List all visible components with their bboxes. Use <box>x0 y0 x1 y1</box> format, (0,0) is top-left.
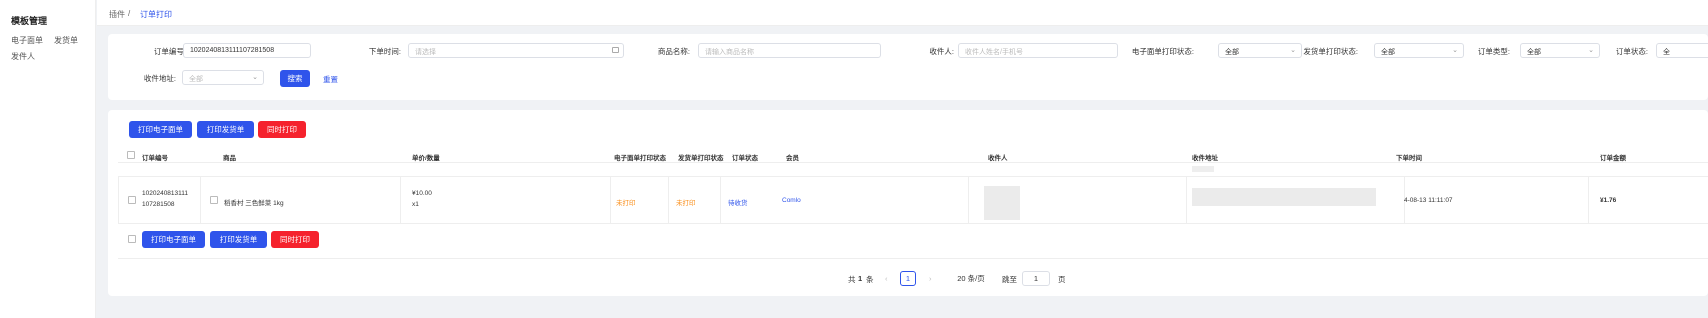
row-col-divider <box>668 176 669 223</box>
sidebar: 模板管理 电子面单 发货单 发件人 <box>0 0 96 318</box>
order-type-select[interactable]: 全部 ⌄ <box>1520 43 1600 58</box>
receiver-label: 收件人: <box>929 47 954 56</box>
header-invoice-status: 发货单打印状态 <box>678 155 724 162</box>
table-panel <box>108 110 1708 296</box>
header-amount: 订单金额 <box>1600 155 1626 162</box>
next-page-icon[interactable]: › <box>929 274 932 283</box>
amount-value: ¥1.76 <box>1600 197 1617 204</box>
page-1-button[interactable]: 1 <box>900 271 916 286</box>
header-address: 收件地址 <box>1192 155 1218 162</box>
header-price-qty: 单价/数量 <box>412 155 440 162</box>
unit-price: ¥10.00 <box>412 190 432 197</box>
product-checkbox[interactable] <box>210 196 218 204</box>
page-size-select[interactable]: 20 条/页 <box>948 271 994 286</box>
total-suffix: 条 <box>866 275 874 284</box>
row-col-divider <box>1588 176 1589 223</box>
quantity: x1 <box>412 201 419 208</box>
total-prefix: 共 <box>848 275 856 284</box>
reset-button[interactable]: 重置 <box>323 74 338 85</box>
order-no-line2: 107281508 <box>142 201 175 208</box>
invoice-status-label: 发货单打印状态: <box>1303 47 1358 56</box>
product-name-input[interactable]: 请输入商品名称 <box>698 43 881 58</box>
order-time-label: 下单时间: <box>368 47 401 56</box>
footer-divider <box>118 258 1708 259</box>
product-name: 稻香村 三色鲜菜 1kg <box>224 200 284 207</box>
order-no-label: 订单编号: <box>153 47 186 56</box>
waybill-status-label: 电子面单打印状态: <box>1131 47 1194 56</box>
order-type-value: 全部 <box>1527 49 1541 56</box>
header-member: 会员 <box>786 155 799 162</box>
header-order-status: 订单状态 <box>732 155 758 162</box>
row-col-divider <box>610 176 611 223</box>
order-time-value: 4-08-13 11:11:07 <box>1404 197 1453 204</box>
row-col-divider <box>1186 176 1187 223</box>
invoice-status-select[interactable]: 全部 ⌄ <box>1374 43 1464 58</box>
topbar: 插件 / 订单打印 <box>97 0 1708 26</box>
goto-label: 跳至 <box>1002 275 1017 284</box>
chevron-down-icon: ⌄ <box>1588 47 1594 54</box>
sidebar-item-waybill[interactable]: 电子面单 <box>11 35 43 46</box>
header-waybill-status: 电子面单打印状态 <box>614 155 666 162</box>
select-all-checkbox[interactable] <box>127 151 135 159</box>
order-status-value-cell: 待收货 <box>728 200 748 207</box>
invoice-status-value: 全部 <box>1381 49 1395 56</box>
order-status-label: 订单状态: <box>1615 47 1648 56</box>
sidebar-item-invoice[interactable]: 发货单 <box>54 35 78 46</box>
row-col-divider <box>968 176 969 223</box>
invoice-status-value-cell: 未打印 <box>676 200 696 207</box>
address-label: 收件地址: <box>143 74 176 83</box>
breadcrumb-current: 订单打印 <box>140 10 172 19</box>
breadcrumb-root[interactable]: 插件 <box>109 9 125 20</box>
receiver-redacted <box>984 186 1020 220</box>
row-top-border <box>118 176 1708 177</box>
chevron-down-icon: ⌄ <box>252 74 258 81</box>
row-col-divider <box>400 176 401 223</box>
prev-page-icon[interactable]: ‹ <box>885 274 888 283</box>
sidebar-item-sender[interactable]: 发件人 <box>11 51 35 62</box>
print-both-button-bottom[interactable]: 同时打印 <box>271 231 319 248</box>
print-both-button-top[interactable]: 同时打印 <box>258 121 306 138</box>
row-col-divider <box>200 176 201 223</box>
receiver-input[interactable]: 收件人姓名/手机号 <box>958 43 1118 58</box>
waybill-status-select[interactable]: 全部 ⌄ <box>1218 43 1302 58</box>
order-type-label: 订单类型: <box>1477 47 1510 56</box>
header-receiver: 收件人 <box>988 155 1008 162</box>
address-redacted <box>1192 188 1376 206</box>
address-select[interactable]: 全部 ⌄ <box>182 70 264 85</box>
breadcrumb-separator: / <box>128 9 131 18</box>
calendar-icon <box>612 47 619 53</box>
header-product: 商品 <box>223 155 236 162</box>
product-name-label: 商品名称: <box>657 47 690 56</box>
row-checkbox[interactable] <box>128 196 136 204</box>
sidebar-title: 模板管理 <box>11 16 48 26</box>
goto-suffix: 页 <box>1058 275 1066 284</box>
order-time-placeholder: 请选择 <box>415 49 436 56</box>
total-count: 1 <box>858 274 863 283</box>
waybill-status-value-cell: 未打印 <box>616 200 636 207</box>
print-invoice-button-bottom[interactable]: 打印发货单 <box>210 231 267 248</box>
row-left-border <box>118 176 119 223</box>
filter-panel: 订单编号: 1020240813111107281508 下单时间: 请选择 商… <box>108 34 1708 100</box>
print-waybill-button-bottom[interactable]: 打印电子面单 <box>142 231 205 248</box>
print-waybill-button-top[interactable]: 打印电子面单 <box>129 121 192 138</box>
row-bottom-border <box>118 223 1708 224</box>
waybill-status-value: 全部 <box>1225 49 1239 56</box>
search-button[interactable]: 搜索 <box>280 70 310 87</box>
header-order-no: 订单编号 <box>142 155 168 162</box>
member-link[interactable]: Comlo <box>782 197 801 204</box>
print-invoice-button-top[interactable]: 打印发货单 <box>197 121 254 138</box>
row-col-divider <box>720 176 721 223</box>
order-no-input[interactable]: 1020240813111107281508 <box>183 43 311 58</box>
header-order-time: 下单时间 <box>1396 155 1422 162</box>
order-time-picker[interactable]: 请选择 <box>408 43 624 58</box>
address-redacted-top <box>1192 166 1214 172</box>
header-divider <box>118 162 1708 163</box>
order-no-line1: 1020240813111 <box>142 190 189 197</box>
goto-page-input[interactable]: 1 <box>1022 271 1050 286</box>
order-status-select[interactable]: 全 <box>1656 43 1708 58</box>
address-value: 全部 <box>189 76 203 83</box>
select-all-checkbox-bottom[interactable] <box>128 235 136 243</box>
